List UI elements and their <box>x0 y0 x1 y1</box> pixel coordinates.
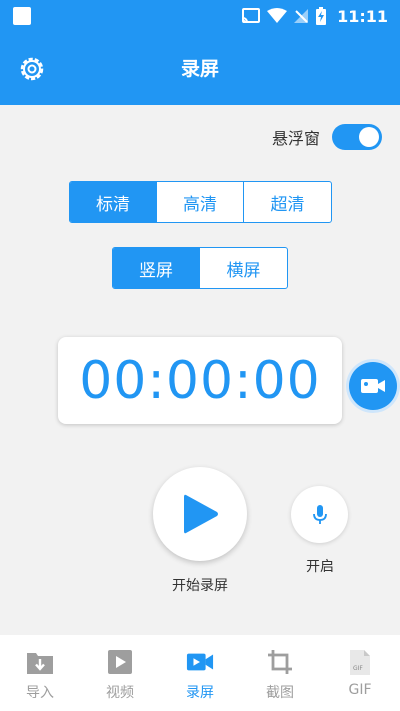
no-signal-icon <box>294 9 309 23</box>
toggle-knob <box>359 127 379 147</box>
wifi-icon <box>267 8 288 23</box>
status-time: 11:11 <box>337 6 388 26</box>
notification-app-icon <box>13 7 31 25</box>
floating-window-setting: 悬浮窗 <box>272 124 382 150</box>
app-bar: 录屏 <box>0 32 400 105</box>
svg-text:GIF: GIF <box>353 665 363 672</box>
nav-label-gif: GIF <box>348 682 372 698</box>
quality-option-uhd[interactable]: 超清 <box>244 182 331 222</box>
battery-charging-icon <box>316 7 327 25</box>
floating-camera-button[interactable] <box>349 362 397 410</box>
floating-window-toggle[interactable] <box>332 124 382 150</box>
import-icon <box>27 653 53 674</box>
quality-option-sd[interactable]: 标清 <box>70 182 157 222</box>
orientation-selector: 竖屏 横屏 <box>112 247 288 289</box>
nav-item-gif[interactable]: GIF GIF <box>320 635 400 711</box>
crop-icon <box>268 650 292 674</box>
nav-item-video[interactable]: 视频 <box>80 635 160 711</box>
quality-selector: 标清 高清 超清 <box>69 181 332 223</box>
timer-value: 00:00:00 <box>79 350 321 411</box>
cast-icon <box>242 8 261 23</box>
nav-item-screenshot[interactable]: 截图 <box>240 635 320 711</box>
play-icon <box>184 494 218 534</box>
orientation-option-portrait[interactable]: 竖屏 <box>113 248 200 288</box>
nav-label-import: 导入 <box>26 685 54 701</box>
microphone-button[interactable] <box>291 486 348 543</box>
nav-label-record: 录屏 <box>186 685 214 701</box>
record-camera-icon <box>186 653 214 671</box>
status-icons: 11:11 <box>241 6 388 26</box>
nav-label-video: 视频 <box>106 685 134 701</box>
gif-file-icon: GIF <box>350 649 370 675</box>
microphone-label: 开启 <box>306 559 334 575</box>
orientation-option-landscape[interactable]: 横屏 <box>200 248 287 288</box>
nav-item-import[interactable]: 导入 <box>0 635 80 711</box>
video-play-icon <box>108 650 132 674</box>
nav-label-screenshot: 截图 <box>266 685 294 701</box>
timer-display: 00:00:00 <box>58 337 342 424</box>
bottom-navigation: 导入 视频 录屏 截图 GIF GIF <box>0 635 400 711</box>
nav-item-record[interactable]: 录屏 <box>160 635 240 711</box>
microphone-icon <box>312 504 327 524</box>
video-camera-icon <box>361 379 385 393</box>
quality-option-hd[interactable]: 高清 <box>157 182 244 222</box>
status-bar: 11:11 <box>0 0 400 32</box>
floating-window-label: 悬浮窗 <box>271 129 320 148</box>
start-recording-label: 开始录屏 <box>172 578 228 594</box>
start-recording-button[interactable] <box>153 467 247 561</box>
page-title: 录屏 <box>180 58 219 80</box>
